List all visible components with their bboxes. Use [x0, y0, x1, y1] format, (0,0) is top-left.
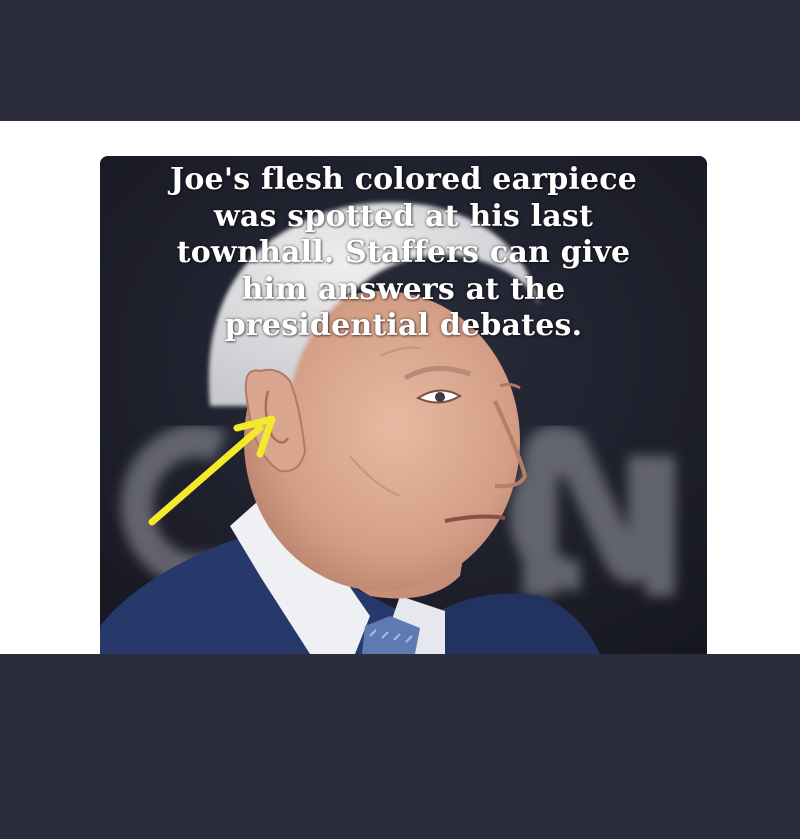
meme-caption: Joe's flesh colored earpiece was spotted…: [100, 162, 707, 345]
bottom-dark-band: [0, 654, 800, 839]
caption-line: Joe's flesh colored earpiece: [169, 162, 638, 197]
pupil: [435, 392, 445, 402]
screenshot-canvas: Joe's flesh colored earpiece was spotted…: [0, 0, 800, 839]
top-dark-band: [0, 0, 800, 121]
caption-line: townhall. Staffers can give: [176, 235, 631, 270]
caption-line: presidential debates.: [224, 308, 583, 343]
meme-photo: Joe's flesh colored earpiece was spotted…: [100, 156, 707, 654]
caption-line: him answers at the: [241, 271, 566, 307]
caption-line: was spotted at his last: [213, 198, 594, 234]
